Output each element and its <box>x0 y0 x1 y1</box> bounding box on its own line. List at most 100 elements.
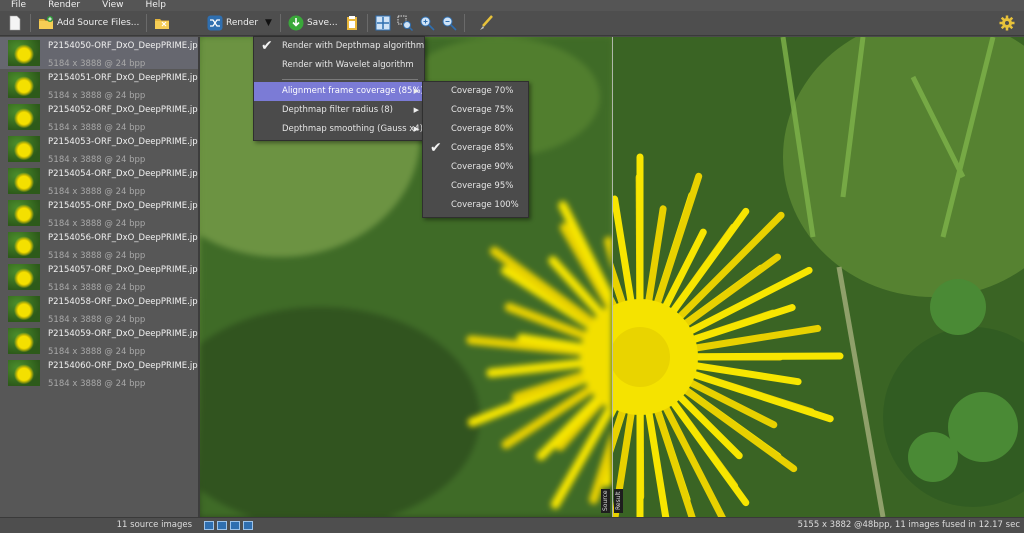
save-download-icon <box>288 15 304 31</box>
file-list-item[interactable]: P2154053-ORF_DxO_DeepPRIME.jpg 5184 x 388… <box>0 133 203 165</box>
file-name: P2154059-ORF_DxO_DeepPRIME.jpg <box>48 329 204 339</box>
clipboard-button[interactable] <box>341 13 363 33</box>
menu-item-label: Coverage 85% <box>451 143 514 153</box>
file-thumbnail <box>8 168 40 194</box>
file-list-item[interactable]: P2154054-ORF_DxO_DeepPRIME.jpg 5184 x 388… <box>0 165 203 197</box>
dropdown-arrow-icon: ▼ <box>265 18 272 28</box>
menu-item-render-wavelet[interactable]: Render with Wavelet algorithm <box>254 56 424 75</box>
new-document-icon <box>9 15 21 31</box>
coverage-70[interactable]: Coverage 70% <box>423 82 528 101</box>
new-project-button[interactable] <box>4 13 26 33</box>
file-info: P2154050-ORF_DxO_DeepPRIME.jpg 5184 x 388… <box>48 40 203 70</box>
file-list-item[interactable]: P2154051-ORF_DxO_DeepPRIME.jpg 5184 x 388… <box>0 69 203 101</box>
view-split-button[interactable] <box>217 521 227 530</box>
submenu-arrow-icon: ▶ <box>413 125 419 133</box>
zoom-out-button[interactable] <box>438 13 460 33</box>
menu-item-label: Coverage 80% <box>451 124 514 134</box>
file-name: P2154055-ORF_DxO_DeepPRIME.jpg <box>48 201 204 211</box>
menu-item-label: Coverage 100% <box>451 200 519 210</box>
file-name: P2154053-ORF_DxO_DeepPRIME.jpg <box>48 137 204 147</box>
file-info: P2154054-ORF_DxO_DeepPRIME.jpg 5184 x 388… <box>48 168 203 198</box>
coverage-75[interactable]: Coverage 75% <box>423 101 528 120</box>
source-file-list[interactable]: P2154050-ORF_DxO_DeepPRIME.jpg 5184 x 388… <box>0 37 203 517</box>
menu-item-alignment-coverage[interactable]: Alignment frame coverage (85%) ▶ <box>254 82 424 101</box>
menu-file[interactable]: File <box>0 0 37 11</box>
coverage-100[interactable]: Coverage 100% <box>423 196 528 215</box>
menu-item-depthmap-smoothing[interactable]: Depthmap smoothing (Gauss x4) ▶ <box>254 120 424 139</box>
result-image-pane[interactable] <box>613 37 1024 517</box>
menu-item-label: Coverage 95% <box>451 181 514 191</box>
menu-item-label: Coverage 90% <box>451 162 514 172</box>
render-result-status: 5155 x 3882 @48bpp, 11 images fused in 1… <box>797 520 1020 530</box>
checkmark-icon: ✔ <box>430 140 442 156</box>
render-dropdown-button[interactable]: ▼ <box>261 13 276 33</box>
file-info: P2154052-ORF_DxO_DeepPRIME.jpg 5184 x 388… <box>48 104 203 134</box>
toolbar-separator <box>30 14 31 32</box>
file-list-item[interactable]: P2154059-ORF_DxO_DeepPRIME.jpg 5184 x 388… <box>0 325 203 357</box>
menu-item-filter-radius[interactable]: Depthmap filter radius (8) ▶ <box>254 101 424 120</box>
file-thumbnail <box>8 296 40 322</box>
render-button[interactable]: Render <box>204 13 261 33</box>
menu-item-render-depthmap[interactable]: ✔ Render with Depthmap algorithm <box>254 37 424 56</box>
result-pane-tag: Result <box>614 489 623 513</box>
file-info: P2154058-ORF_DxO_DeepPRIME.jpg 5184 x 388… <box>48 296 203 326</box>
menu-help[interactable]: Help <box>134 0 177 11</box>
add-source-files-label: Add Source Files... <box>57 18 140 28</box>
file-name: P2154056-ORF_DxO_DeepPRIME.jpg <box>48 233 204 243</box>
add-folder-icon <box>39 16 53 29</box>
view-single-button[interactable] <box>204 521 214 530</box>
menu-view[interactable]: View <box>91 0 134 11</box>
zoom-in-button[interactable] <box>416 13 438 33</box>
file-list-item[interactable]: P2154060-ORF_DxO_DeepPRIME.jpg 5184 x 388… <box>0 357 203 389</box>
file-list-item[interactable]: P2154057-ORF_DxO_DeepPRIME.jpg 5184 x 388… <box>0 261 203 293</box>
fit-to-window-button[interactable] <box>372 13 394 33</box>
remove-files-button[interactable] <box>151 13 173 33</box>
save-label: Save... <box>306 18 338 28</box>
main-toolbar: Render ▼ Save... <box>200 11 1024 36</box>
file-thumbnail <box>8 72 40 98</box>
coverage-80[interactable]: Coverage 80% <box>423 120 528 139</box>
fit-window-icon <box>375 15 391 31</box>
file-thumbnail <box>8 264 40 290</box>
retouch-brush-button[interactable] <box>475 13 497 33</box>
view-nav-buttons <box>204 521 253 530</box>
view-next-button[interactable] <box>243 521 253 530</box>
file-info: P2154056-ORF_DxO_DeepPRIME.jpg 5184 x 388… <box>48 232 203 262</box>
view-compare-button[interactable] <box>230 521 240 530</box>
file-info: P2154057-ORF_DxO_DeepPRIME.jpg 5184 x 388… <box>48 264 203 294</box>
file-thumbnail <box>8 232 40 258</box>
coverage-90[interactable]: Coverage 90% <box>423 158 528 177</box>
file-name: P2154050-ORF_DxO_DeepPRIME.jpg <box>48 41 204 51</box>
brush-icon <box>479 15 493 30</box>
gear-icon <box>999 15 1015 31</box>
file-thumbnail <box>8 136 40 162</box>
menu-item-label: Depthmap filter radius (8) <box>282 105 393 115</box>
clipboard-icon <box>346 16 357 30</box>
submenu-arrow-icon: ▶ <box>413 106 419 114</box>
source-pane-tag: Source <box>601 489 610 513</box>
settings-button[interactable] <box>996 13 1018 33</box>
render-dropdown-menu: ✔ Render with Depthmap algorithm Render … <box>253 36 425 141</box>
menu-render[interactable]: Render <box>37 0 91 11</box>
menu-item-label: Alignment frame coverage (85%) <box>282 86 424 96</box>
folder-remove-icon <box>155 19 170 29</box>
menu-item-label: Depthmap smoothing (Gauss x4) <box>282 124 423 134</box>
file-name: P2154051-ORF_DxO_DeepPRIME.jpg <box>48 73 204 83</box>
file-info: P2154060-ORF_DxO_DeepPRIME.jpg 5184 x 388… <box>48 360 203 390</box>
file-list-item[interactable]: P2154056-ORF_DxO_DeepPRIME.jpg 5184 x 388… <box>0 229 203 261</box>
file-info: P2154051-ORF_DxO_DeepPRIME.jpg 5184 x 388… <box>48 72 203 102</box>
coverage-95[interactable]: Coverage 95% <box>423 177 528 196</box>
file-list-item[interactable]: P2154058-ORF_DxO_DeepPRIME.jpg 5184 x 388… <box>0 293 203 325</box>
render-shuffle-icon <box>207 15 223 31</box>
add-source-files-button[interactable]: Add Source Files... <box>35 13 142 33</box>
file-list-item[interactable]: P2154055-ORF_DxO_DeepPRIME.jpg 5184 x 388… <box>0 197 203 229</box>
coverage-85[interactable]: ✔ Coverage 85% <box>423 139 528 158</box>
save-button[interactable]: Save... <box>285 13 341 33</box>
coverage-submenu: Coverage 70% Coverage 75% Coverage 80% ✔… <box>422 81 529 218</box>
file-list-item[interactable]: P2154050-ORF_DxO_DeepPRIME.jpg 5184 x 388… <box>0 37 203 69</box>
file-list-item[interactable]: P2154052-ORF_DxO_DeepPRIME.jpg 5184 x 388… <box>0 101 203 133</box>
file-info: P2154059-ORF_DxO_DeepPRIME.jpg 5184 x 388… <box>48 328 203 358</box>
submenu-arrow-icon: ▶ <box>413 87 419 95</box>
file-name: P2154060-ORF_DxO_DeepPRIME.jpg <box>48 361 204 371</box>
zoom-actual-button[interactable] <box>394 13 416 33</box>
